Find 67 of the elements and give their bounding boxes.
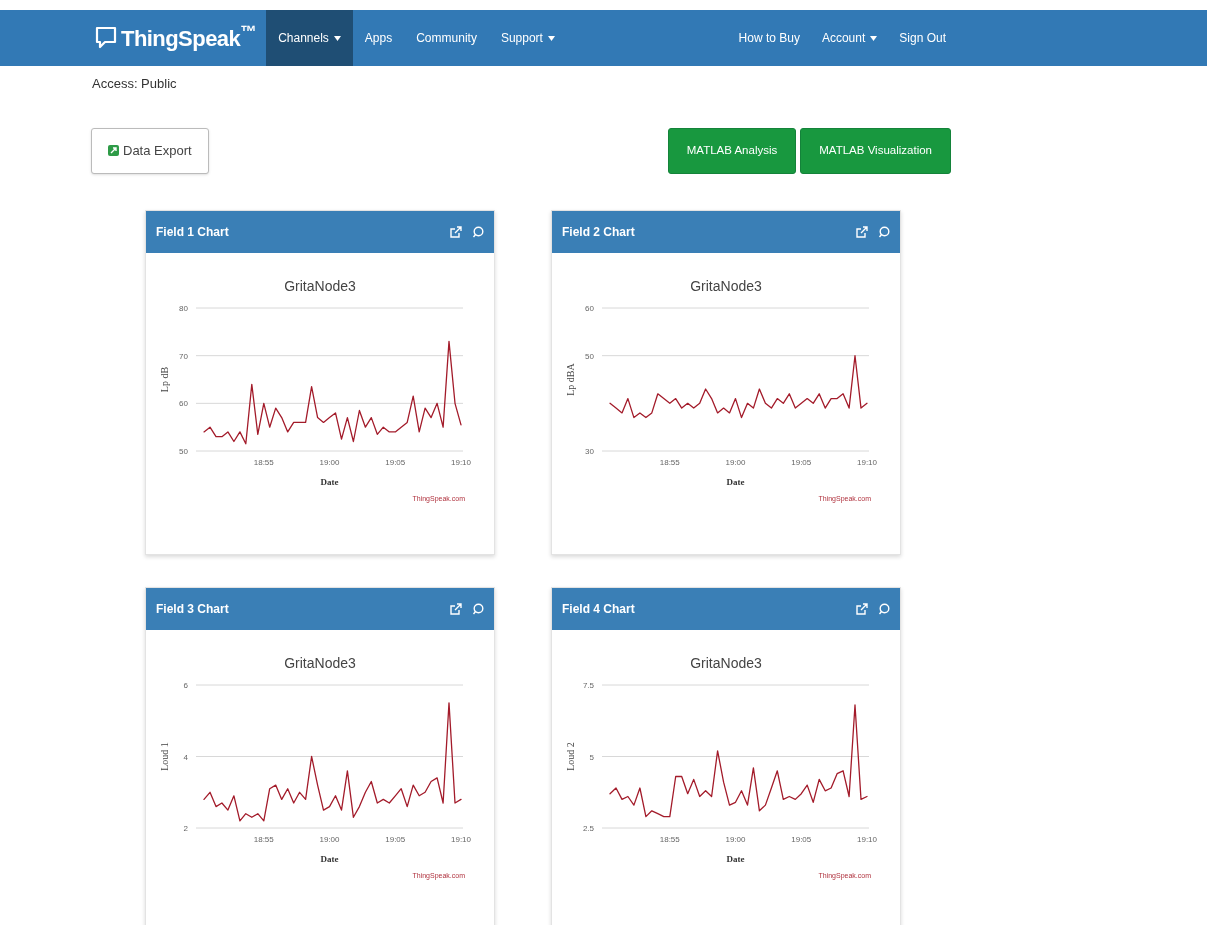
x-tick-label: 18:55: [659, 457, 680, 467]
x-tick-label: 19:00: [725, 457, 746, 467]
x-tick-label: 18:55: [659, 834, 680, 844]
comment-icon[interactable]: [472, 225, 484, 238]
x-axis-label: Date: [320, 853, 339, 864]
x-axis-label: Date: [320, 476, 339, 487]
card-title: Field 3 Chart: [156, 600, 229, 618]
y-tick-label: 4: [183, 752, 188, 761]
y-tick-label: 5: [589, 752, 594, 761]
x-tick-label: 19:05: [791, 457, 812, 467]
chart-title: GritaNode3: [690, 277, 762, 294]
y-tick-label: 50: [179, 446, 188, 456]
spreadsheet-icon: [108, 145, 119, 156]
access-label: Access: Public: [92, 75, 177, 93]
y-axis-label: Lp dB: [159, 366, 170, 392]
x-axis-label: Date: [726, 853, 745, 864]
external-link-icon[interactable]: [856, 602, 868, 615]
y-tick-label: 60: [179, 398, 188, 408]
y-axis-label: Lp dBA: [565, 362, 576, 396]
x-tick-label: 18:55: [253, 834, 274, 844]
nav-link[interactable]: Channels: [266, 10, 353, 66]
x-tick-label: 19:10: [857, 457, 877, 467]
logo-text: ThingSpeak$^{™}$: [121, 21, 257, 53]
y-axis-label: Loud 1: [159, 741, 170, 771]
y-tick-label: 50: [585, 351, 594, 361]
y-axis-label: Loud 2: [565, 741, 576, 771]
external-link-icon[interactable]: [450, 225, 462, 238]
nav-link[interactable]: Support: [488, 10, 567, 66]
y-tick-label: 7.5: [582, 680, 594, 690]
chart-title: GritaNode3: [284, 654, 356, 671]
nav-link[interactable]: Sign Out: [888, 10, 957, 66]
nav-link[interactable]: How to Buy: [727, 10, 811, 66]
x-tick-label: 19:10: [451, 457, 471, 467]
data-export-button[interactable]: Data Export: [91, 127, 209, 174]
x-tick-label: 19:00: [319, 457, 340, 467]
comment-icon[interactable]: [878, 225, 890, 238]
x-tick-label: 19:05: [385, 457, 406, 467]
y-tick-label: 70: [179, 351, 188, 361]
x-tick-label: 19:10: [857, 834, 877, 844]
y-tick-label: 2.5: [582, 823, 594, 833]
nav-link[interactable]: Apps: [352, 10, 405, 66]
x-axis-label: Date: [726, 476, 745, 487]
x-tick-label: 19:00: [725, 834, 746, 844]
external-link-icon[interactable]: [450, 602, 462, 615]
chart-title: GritaNode3: [690, 654, 762, 671]
y-tick-label: 30: [585, 446, 594, 456]
y-tick-label: 60: [585, 303, 594, 313]
y-tick-label: 2: [183, 823, 188, 833]
nav-link[interactable]: Community: [404, 10, 489, 66]
x-tick-label: 18:55: [253, 457, 274, 467]
x-tick-label: 19:10: [451, 834, 471, 844]
y-tick-label: 6: [183, 680, 188, 690]
comment-icon[interactable]: [878, 602, 890, 615]
x-tick-label: 19:05: [385, 834, 406, 844]
card-title: Field 1 Chart: [156, 223, 229, 241]
chat-bubble-icon: [95, 26, 117, 50]
y-tick-label: 80: [179, 303, 188, 313]
nav-link[interactable]: Account: [810, 10, 889, 66]
comment-icon[interactable]: [472, 602, 484, 615]
card-title: Field 4 Chart: [562, 600, 635, 618]
external-link-icon[interactable]: [856, 225, 868, 238]
card-title: Field 2 Chart: [562, 223, 635, 241]
x-tick-label: 19:05: [791, 834, 812, 844]
matlab-button[interactable]: MATLAB Analysis: [667, 127, 797, 174]
chart-title: GritaNode3: [284, 277, 356, 294]
matlab-button[interactable]: MATLAB Visualization: [800, 127, 951, 174]
x-tick-label: 19:00: [319, 834, 340, 844]
